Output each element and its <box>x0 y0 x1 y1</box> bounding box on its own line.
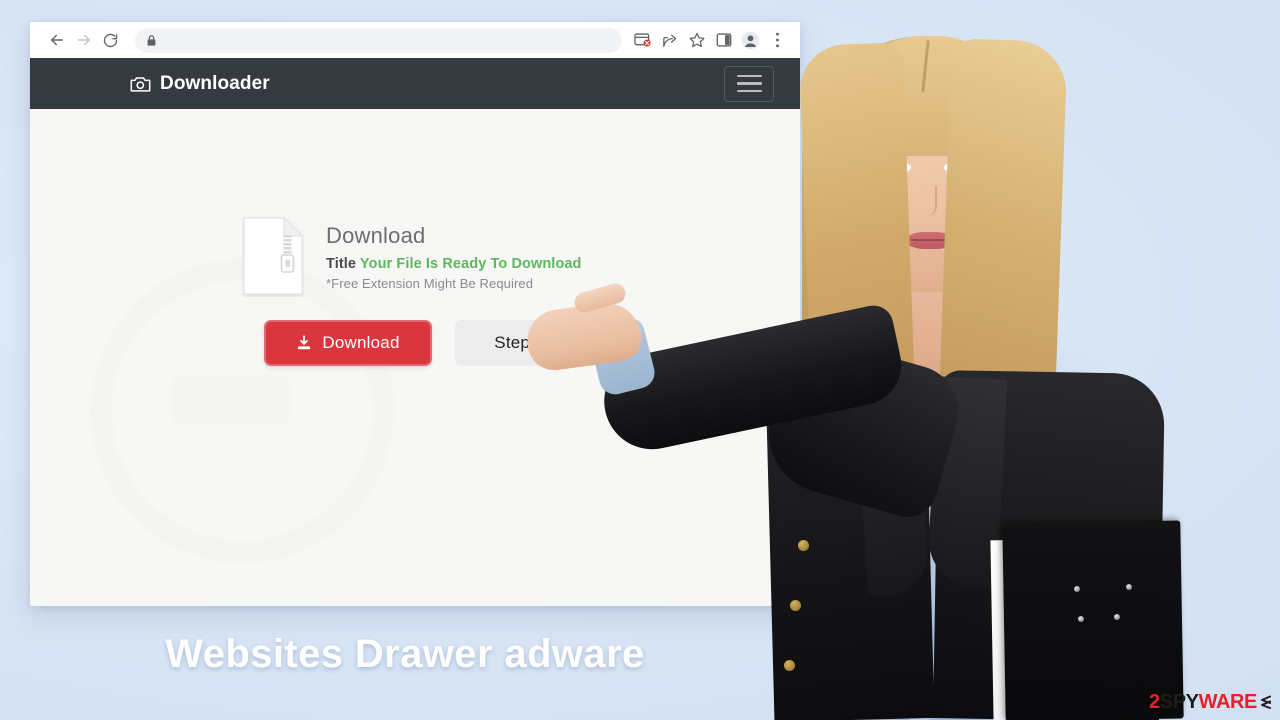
download-button[interactable]: Download <box>264 320 432 366</box>
presenter-eyebrow <box>943 146 977 155</box>
browser-window: Downloader Download Title Your File Is R… <box>30 22 800 606</box>
presenter-shirt-placket <box>908 400 930 720</box>
download-title-value: Your File Is Ready To Download <box>359 256 582 273</box>
lock-icon <box>146 34 157 47</box>
download-dialog-text: Download Title Your File Is Ready To Dow… <box>326 213 582 291</box>
hamburger-bar <box>736 74 762 78</box>
presenter-blazer-right <box>932 370 1166 720</box>
presenter-lapel-right <box>926 376 1008 588</box>
shirt-button <box>916 608 923 615</box>
download-note: *Free Extension Might Be Required <box>326 276 534 292</box>
share-icon[interactable] <box>657 28 682 53</box>
download-button-label: Download <box>322 333 400 352</box>
presenter-lapel-left <box>856 380 930 598</box>
zip-file-icon <box>242 215 304 302</box>
blazer-button <box>1116 688 1127 699</box>
presenter-nose <box>921 186 937 216</box>
site-brand-label: Downloader <box>160 72 270 94</box>
camera-icon <box>130 75 151 93</box>
download-title-row: Title Your File Is Ready To Download <box>326 256 582 272</box>
step-one-button[interactable]: Step One <box>455 320 607 366</box>
side-panel-icon[interactable] <box>711 28 736 53</box>
site-navbar: Downloader <box>30 58 800 109</box>
page-content: Download Title Your File Is Ready To Dow… <box>30 109 800 606</box>
shirt-button <box>916 504 923 511</box>
profile-avatar-icon[interactable] <box>738 28 763 53</box>
presenter-hair-top <box>840 36 1020 156</box>
presenter-hair-back <box>802 36 1046 466</box>
blocked-popup-icon[interactable] <box>630 28 655 53</box>
watermark-part-spy: SPY <box>1159 691 1199 713</box>
reload-icon[interactable] <box>97 27 124 54</box>
browser-toolbar <box>30 22 800 58</box>
folder-rivet <box>1078 616 1084 622</box>
download-dialog-actions: Download Step One <box>242 320 672 366</box>
stage-background: Downloader Download Title Your File Is R… <box>0 0 1280 720</box>
shirt-button <box>916 452 923 459</box>
back-arrow-icon[interactable] <box>43 27 70 54</box>
download-title-label: Title <box>326 256 357 273</box>
download-heading: Download <box>326 223 426 248</box>
presenter-eye <box>944 162 967 173</box>
shirt-button <box>916 556 923 563</box>
folder-rivet <box>1114 614 1120 620</box>
presenter-face <box>860 78 998 292</box>
site-brand[interactable]: Downloader <box>130 73 270 95</box>
address-bar[interactable] <box>135 27 622 53</box>
presenter-hair-part <box>921 39 930 93</box>
site-watermark: 2 SPY WARE <box>1149 692 1272 712</box>
presenter-neck <box>884 290 966 410</box>
folder-papers <box>990 539 1030 720</box>
watermark-part-ware: WARE <box>1198 691 1258 713</box>
hamburger-bar <box>736 89 762 93</box>
presenter-hair-left <box>798 42 918 466</box>
hamburger-icon[interactable] <box>724 65 774 102</box>
folder-rivet <box>1126 584 1132 590</box>
presenter-eyebrow <box>883 146 917 155</box>
toolbar-icon-group <box>630 28 790 53</box>
step-one-button-label: Step One <box>494 333 568 352</box>
download-dialog-header: Download Title Your File Is Ready To Dow… <box>242 213 672 302</box>
folder-rivet <box>1074 586 1080 592</box>
download-arrow-icon <box>296 335 312 351</box>
presenter-eye <box>888 162 911 173</box>
forward-arrow-icon[interactable] <box>70 27 97 54</box>
chrome-menu-icon[interactable] <box>765 28 790 53</box>
presenter-hair-right <box>936 38 1068 482</box>
presenter-shirt <box>840 388 1018 720</box>
bookmark-star-icon[interactable] <box>684 28 709 53</box>
page-caption: Websites Drawer adware <box>165 632 645 676</box>
download-dialog: Download Title Your File Is Ready To Dow… <box>242 213 672 366</box>
presenter-lips <box>906 232 954 249</box>
watermark-part-2: 2 <box>1149 691 1160 713</box>
chevron-mark-icon <box>1258 694 1272 710</box>
hamburger-bar <box>736 82 762 85</box>
